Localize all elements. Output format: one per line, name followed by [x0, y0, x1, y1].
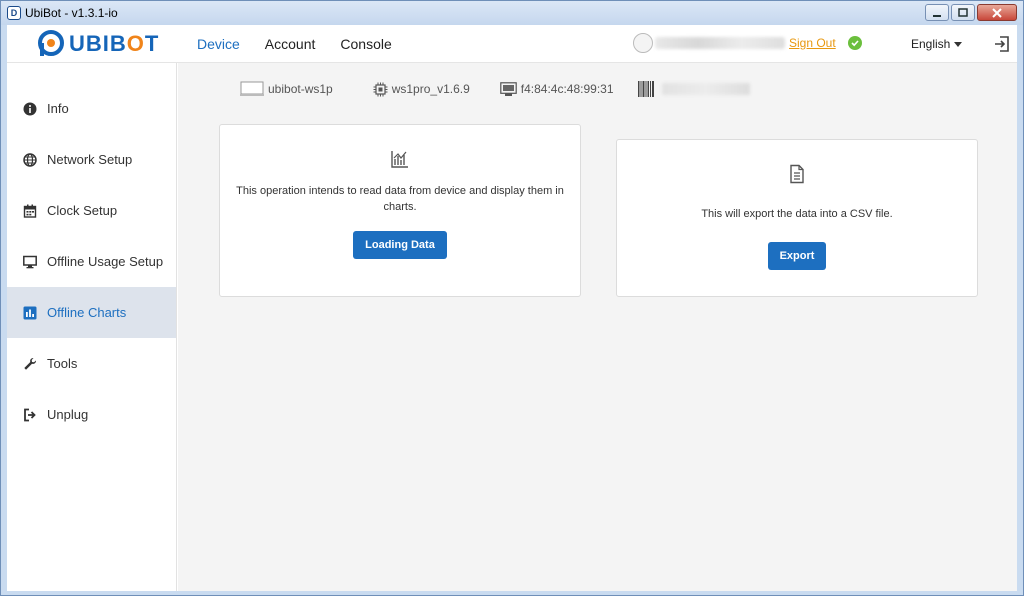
sidebar-item-label: Network Setup [47, 152, 133, 167]
export-button[interactable]: Export [767, 242, 827, 270]
load-data-card: This operation intends to read data from… [219, 124, 581, 297]
device-name-item: ubibot-ws1p [240, 81, 333, 97]
app-icon-letter: D [10, 8, 18, 18]
sidebar-item-clock-setup[interactable]: Clock Setup [7, 185, 176, 236]
maximize-button[interactable] [951, 4, 975, 21]
nav-account[interactable]: Account [265, 36, 316, 52]
sidebar-item-label: Info [47, 101, 69, 116]
nav-console[interactable]: Console [340, 36, 391, 52]
info-icon [23, 102, 37, 115]
loading-data-button[interactable]: Loading Data [353, 231, 447, 259]
user-area: Sign Out [633, 33, 862, 53]
sidebar-item-info[interactable]: Info [7, 83, 176, 134]
mac-address-icon [499, 81, 517, 96]
logo-mark-icon [38, 30, 64, 56]
monitor-icon [23, 255, 37, 268]
sidebar-item-label: Offline Usage Setup [47, 254, 164, 269]
unplug-icon [24, 408, 36, 421]
logo-text-part: UBIB [69, 31, 127, 56]
sidebar-item-label: Offline Charts [47, 305, 127, 320]
firmware-item: ws1pro_v1.6.9 [373, 82, 470, 97]
barcode-icon [637, 81, 654, 97]
close-button[interactable] [977, 4, 1017, 21]
device-name: ubibot-ws1p [268, 82, 333, 96]
logo-text-accent: O [126, 31, 145, 56]
sidebar-item-label: Tools [47, 356, 78, 371]
mac-item: f4:84:4c:48:99:31 [499, 81, 614, 97]
language-select[interactable]: English [911, 37, 963, 51]
main-content: ubibot-ws1p ws1pro_v1.6.9 f4:84:4c:48:99… [178, 63, 1017, 591]
window-title: UbiBot - v1.3.1-io [25, 6, 118, 20]
window-controls [925, 4, 1017, 21]
bar-chart-icon [23, 306, 37, 319]
sidebar-item-label: Unplug [47, 407, 89, 422]
title-bar[interactable]: D UbiBot - v1.3.1-io [1, 1, 1023, 25]
device-icon [240, 81, 264, 96]
sidebar: Info Network Setup Clock Setup Offline U… [7, 63, 177, 591]
sidebar-item-label: Clock Setup [47, 203, 118, 218]
calendar-icon [23, 204, 37, 218]
nav-device[interactable]: Device [197, 36, 240, 52]
app-header: UBIBOT Device Account Console Sign Out E… [7, 25, 1017, 63]
status-ok-icon [847, 36, 862, 50]
sign-out-link[interactable]: Sign Out [789, 36, 836, 50]
minimize-button[interactable] [925, 4, 949, 21]
line-chart-icon [391, 151, 408, 168]
sidebar-item-offline-charts[interactable]: Offline Charts [7, 287, 176, 338]
app-client-area: UBIBOT Device Account Console Sign Out E… [7, 25, 1017, 591]
wrench-icon [24, 357, 37, 370]
language-label: English [911, 37, 951, 51]
sidebar-item-offline-usage-setup[interactable]: Offline Usage Setup [7, 236, 176, 287]
app-window: D UbiBot - v1.3.1-io UBIBOT Device Accou… [0, 0, 1024, 596]
load-data-description: This operation intends to read data from… [236, 185, 564, 213]
chip-icon [373, 82, 388, 96]
ubibot-logo: UBIBOT [37, 30, 159, 58]
redacted-serial [661, 83, 750, 95]
logo-text-part: T [144, 31, 160, 56]
avatar[interactable] [633, 33, 653, 53]
sidebar-item-unplug[interactable]: Unplug [7, 389, 176, 440]
redacted-username [655, 37, 785, 49]
exit-icon[interactable] [993, 35, 1011, 53]
export-description: This will export the data into a CSV fil… [701, 208, 893, 220]
firmware-version: ws1pro_v1.6.9 [391, 82, 470, 96]
device-info-bar: ubibot-ws1p ws1pro_v1.6.9 f4:84:4c:48:99… [240, 81, 750, 97]
globe-icon [23, 152, 37, 167]
sidebar-item-tools[interactable]: Tools [7, 338, 176, 389]
app-icon: D [7, 6, 21, 20]
sidebar-item-network-setup[interactable]: Network Setup [7, 134, 176, 185]
check-icon [851, 40, 859, 47]
mac-address: f4:84:4c:48:99:31 [520, 82, 614, 96]
maximize-icon [958, 8, 968, 17]
close-icon [992, 7, 1002, 18]
minimize-icon [933, 14, 941, 17]
export-card: This will export the data into a CSV fil… [616, 139, 978, 297]
logo-text: UBIBOT [69, 31, 159, 57]
top-nav: Device Account Console [197, 25, 392, 63]
document-icon [790, 164, 804, 184]
caret-down-icon [954, 41, 963, 47]
serial-item [637, 81, 750, 97]
